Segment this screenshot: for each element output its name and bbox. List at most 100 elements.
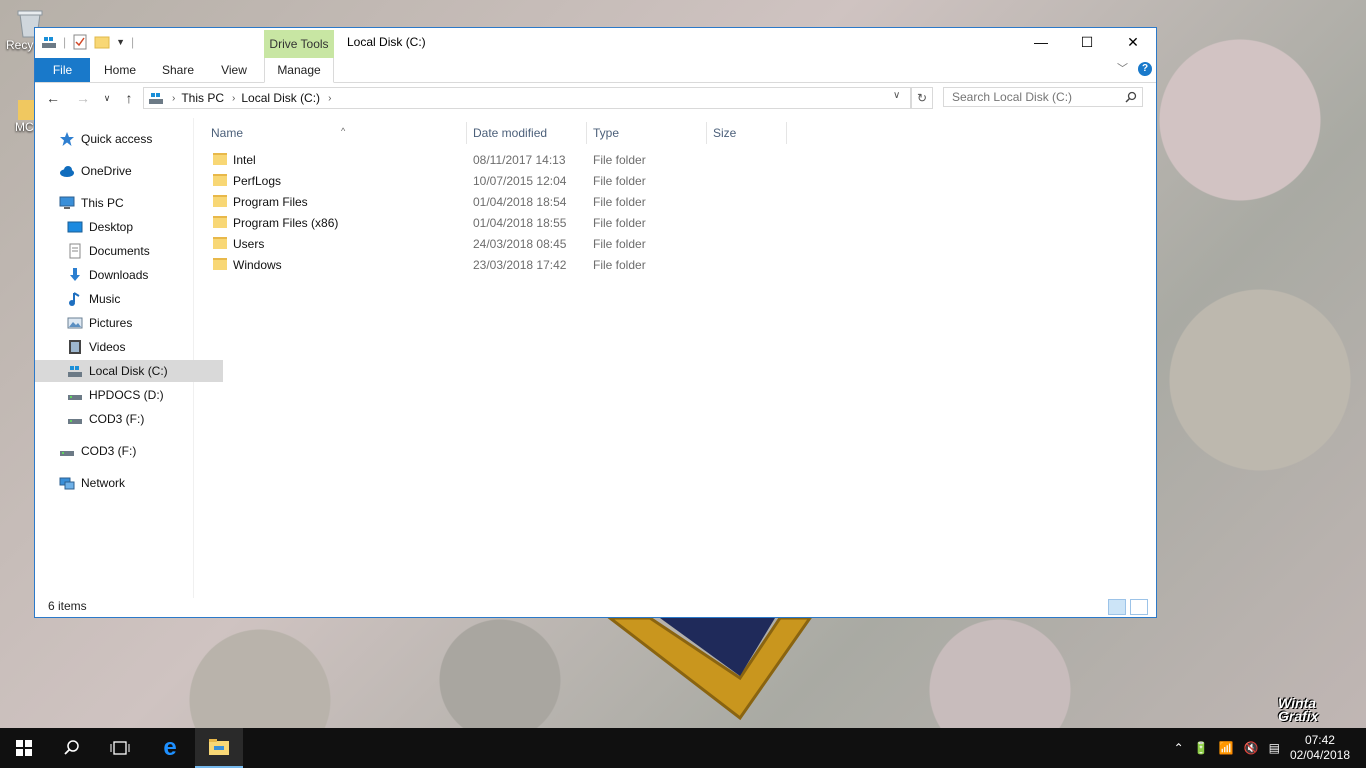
tab-home[interactable]: Home bbox=[97, 58, 143, 82]
minimize-button[interactable]: — bbox=[1018, 28, 1064, 56]
navigation-pane: Quick access OneDrive This PC Desktop Do… bbox=[35, 118, 223, 598]
nav-item-label: Quick access bbox=[81, 132, 153, 146]
breadcrumb-this-pc[interactable]: This PC bbox=[181, 91, 224, 105]
nav-item-label: COD3 (F:) bbox=[81, 444, 137, 458]
clock[interactable]: 07:42 02/04/2018 bbox=[1290, 733, 1350, 763]
file-row-program-files[interactable]: Program Files 01/04/2018 18:54 File fold… bbox=[209, 192, 809, 213]
address-dropdown-chevron-icon[interactable]: ∨ bbox=[893, 90, 900, 101]
action-center-icon[interactable]: ▤ bbox=[1269, 741, 1280, 755]
quick-access-toolbar: | ▼ | bbox=[41, 34, 134, 50]
expand-ribbon-chevron-icon[interactable]: ﹀ bbox=[1117, 60, 1128, 76]
drive-icon bbox=[68, 366, 82, 377]
nav-item-label: Network bbox=[81, 476, 126, 490]
folder-icon bbox=[213, 174, 227, 186]
nav-this-pc[interactable]: This PC bbox=[35, 192, 215, 214]
file-type: File folder bbox=[593, 216, 646, 230]
column-header-name[interactable]: Name ^ bbox=[205, 122, 467, 144]
file-type: File folder bbox=[593, 174, 646, 188]
tab-file[interactable]: File bbox=[35, 58, 90, 82]
file-name: PerfLogs bbox=[233, 174, 282, 188]
file-date: 23/03/2018 17:42 bbox=[473, 258, 567, 272]
cloud-icon bbox=[60, 166, 74, 177]
file-date: 10/07/2015 12:04 bbox=[473, 174, 567, 188]
help-icon[interactable]: ? bbox=[1138, 62, 1152, 76]
system-tray: ⌃ 🔋 📶 🔇 ▤ 07:42 02/04/2018 bbox=[1174, 728, 1366, 768]
edge-browser-button[interactable]: e bbox=[146, 728, 194, 768]
details-view-icon[interactable] bbox=[1108, 599, 1126, 615]
battery-power-icon[interactable]: 🔋 bbox=[1194, 741, 1209, 755]
taskbar: e ⌃ 🔋 📶 🔇 ▤ 07:42 02/04/2018 bbox=[0, 728, 1366, 768]
file-explorer-button[interactable] bbox=[195, 728, 243, 768]
file-date: 08/11/2017 14:13 bbox=[473, 153, 566, 167]
up-arrow-icon[interactable]: ↑ bbox=[119, 87, 139, 109]
search-icon[interactable] bbox=[1125, 91, 1137, 103]
nav-onedrive[interactable]: OneDrive bbox=[35, 160, 215, 182]
nav-item-label: Desktop bbox=[89, 220, 134, 234]
maximize-button[interactable]: ☐ bbox=[1064, 28, 1110, 56]
nav-item-label: This PC bbox=[81, 196, 124, 210]
folder-icon bbox=[213, 237, 227, 249]
address-bar[interactable]: › This PC › Local Disk (C:) › bbox=[143, 87, 911, 109]
speaker-muted-icon[interactable]: 🔇 bbox=[1244, 741, 1259, 755]
tab-manage[interactable]: Manage bbox=[264, 58, 334, 83]
properties-icon[interactable] bbox=[72, 34, 88, 50]
chevron-up-icon[interactable]: ⌃ bbox=[1174, 741, 1184, 755]
breadcrumb-chevron-icon[interactable]: › bbox=[328, 93, 331, 104]
task-view-icon bbox=[110, 741, 130, 755]
search-input[interactable] bbox=[943, 87, 1143, 107]
recycle-bin-label: Recy bbox=[6, 38, 34, 52]
recent-locations-chevron-icon[interactable]: ∨ bbox=[97, 87, 117, 109]
forward-arrow-icon[interactable]: → bbox=[73, 87, 93, 109]
chevron-down-icon[interactable]: ▼ bbox=[116, 37, 125, 47]
file-row-users[interactable]: Users 24/03/2018 08:45 File folder bbox=[209, 234, 809, 255]
new-folder-icon[interactable] bbox=[94, 34, 110, 50]
start-button[interactable] bbox=[0, 728, 48, 768]
edge-icon: e bbox=[163, 734, 177, 761]
nav-network[interactable]: Network bbox=[35, 472, 215, 494]
file-row-program-files-x86[interactable]: Program Files (x86) 01/04/2018 18:55 Fil… bbox=[209, 213, 809, 234]
tab-share[interactable]: Share bbox=[155, 58, 201, 82]
file-row-intel[interactable]: Intel 08/11/2017 14:13 File folder bbox=[209, 150, 809, 171]
breadcrumb-local-disk[interactable]: Local Disk (C:) bbox=[241, 91, 320, 105]
nav-item-label: Local Disk (C:) bbox=[89, 364, 168, 378]
drive-icon[interactable] bbox=[41, 34, 57, 50]
window-title: Local Disk (C:) bbox=[347, 35, 426, 49]
file-row-windows[interactable]: Windows 23/03/2018 17:42 File folder bbox=[209, 255, 809, 276]
file-explorer-icon bbox=[209, 739, 229, 755]
file-date: 01/04/2018 18:55 bbox=[473, 216, 567, 230]
windows-logo-icon bbox=[16, 740, 32, 756]
search-button[interactable] bbox=[48, 728, 96, 768]
network-disconnected-icon[interactable]: 📶 bbox=[1219, 741, 1234, 755]
close-button[interactable]: ✕ bbox=[1110, 28, 1156, 56]
column-header-size[interactable]: Size bbox=[707, 122, 787, 144]
network-icon bbox=[59, 477, 75, 490]
wallpaper-emblem bbox=[607, 618, 812, 721]
clock-date: 02/04/2018 bbox=[1289, 748, 1350, 762]
navigation-bar: ← → ∨ ↑ › This PC › Local Disk (C:) › ∨ … bbox=[35, 85, 1156, 113]
folder-icon bbox=[213, 216, 227, 228]
file-date: 01/04/2018 18:54 bbox=[473, 195, 567, 209]
documents-icon bbox=[69, 243, 81, 259]
drive-icon bbox=[149, 93, 163, 104]
file-name: Program Files bbox=[233, 195, 308, 209]
file-type: File folder bbox=[593, 153, 646, 167]
column-header-date-modified[interactable]: Date modified bbox=[467, 122, 587, 144]
back-arrow-icon[interactable]: ← bbox=[43, 87, 63, 109]
column-header-type[interactable]: Type bbox=[587, 122, 707, 144]
tab-view[interactable]: View bbox=[213, 58, 255, 82]
nav-cod3-f[interactable]: COD3 (F:) bbox=[35, 440, 215, 462]
nav-quick-access[interactable]: Quick access bbox=[35, 128, 215, 150]
file-row-perflogs[interactable]: PerfLogs 10/07/2015 12:04 File folder bbox=[209, 171, 809, 192]
breadcrumb-chevron-icon[interactable]: › bbox=[172, 93, 175, 104]
file-name: Windows bbox=[233, 258, 282, 272]
large-icons-view-icon[interactable] bbox=[1130, 599, 1148, 615]
task-view-button[interactable] bbox=[96, 728, 144, 768]
title-bar[interactable]: | ▼ | Drive Tools Local Disk (C:) — ☐ ✕ bbox=[35, 28, 1156, 58]
nav-item-label: Pictures bbox=[89, 316, 133, 330]
sort-ascending-icon: ^ bbox=[341, 126, 346, 136]
nav-item-label: Music bbox=[89, 292, 121, 306]
refresh-icon[interactable]: ↻ bbox=[911, 87, 933, 109]
breadcrumb-chevron-icon[interactable]: › bbox=[232, 93, 235, 104]
folder-icon bbox=[213, 258, 227, 270]
ribbon-tabs: File Home Share View Manage bbox=[35, 58, 1156, 83]
